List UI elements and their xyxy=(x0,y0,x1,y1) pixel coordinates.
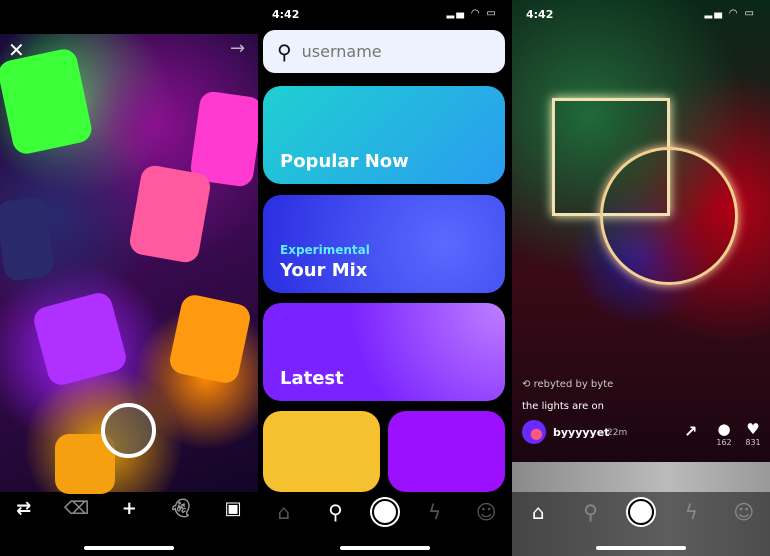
profile-icon[interactable]: ☺ xyxy=(471,500,501,524)
caption: the lights are on xyxy=(522,401,604,412)
rebyte-icon: ⟲ xyxy=(522,379,531,390)
record-button[interactable] xyxy=(101,403,156,458)
add-icon[interactable]: + xyxy=(122,498,137,519)
camera-icon[interactable] xyxy=(371,499,398,525)
search-icon[interactable]: ⚲ xyxy=(320,500,350,524)
camera-toolbar: ⇄ ⌫ + 👻︎ ▣ xyxy=(0,498,258,519)
activity-icon[interactable]: ϟ xyxy=(420,500,450,524)
card-title: Your Mix xyxy=(280,260,368,281)
home-indicator xyxy=(596,546,686,550)
status-icons: ▂▄ ◠ ▭ xyxy=(446,8,498,19)
like-button[interactable]: ♥ 831 xyxy=(741,420,765,447)
video-screen: 4:42 ▂▄ ◠ ▭ ⟲ rebyted by byte the lights… xyxy=(512,0,770,556)
rebyte-label: ⟲ rebyted by byte xyxy=(522,379,613,390)
search-input[interactable] xyxy=(301,42,482,61)
search-bar[interactable]: ⚲ xyxy=(263,30,505,73)
status-bar: 4:42 ▂▄ ◠ ▭ xyxy=(512,0,770,28)
neon-circle xyxy=(600,147,738,285)
search-icon: ⚲ xyxy=(277,39,292,64)
share-icon[interactable]: ↗ xyxy=(684,422,697,441)
bottom-nav: ⌂ ⚲ ϟ ☺ xyxy=(512,492,770,532)
card-subtitle: Experimental xyxy=(280,243,370,257)
rebyted-by-text: rebyted by byte xyxy=(533,379,614,390)
video-player[interactable] xyxy=(512,0,770,462)
comment-icon: ● xyxy=(717,420,731,438)
card-animation[interactable] xyxy=(388,411,505,492)
delete-icon[interactable]: ⌫ xyxy=(64,498,89,519)
profile-icon[interactable]: ☺ xyxy=(729,500,759,524)
camera-screen: ✕ → ⇄ ⌫ + 👻︎ ▣ xyxy=(0,0,258,556)
time-ago: 22m xyxy=(607,428,628,438)
home-indicator xyxy=(340,546,430,550)
card-your-mix[interactable]: Experimental Your Mix xyxy=(263,195,505,293)
gallery-icon[interactable]: ▣ xyxy=(225,498,242,519)
status-time: 4:42 xyxy=(526,8,554,21)
comment-button[interactable]: ● 162 xyxy=(712,420,736,447)
camera-icon[interactable] xyxy=(627,499,654,525)
bottom-nav: ⌂ ⚲ ϟ ☺ xyxy=(258,492,512,532)
arrow-right-icon[interactable]: → xyxy=(230,38,245,59)
status-time: 4:42 xyxy=(272,8,300,21)
card-popular-now[interactable]: Popular Now xyxy=(263,86,505,184)
status-icons: ▂▄ ◠ ▭ xyxy=(704,8,756,19)
heart-icon: ♥ xyxy=(746,420,760,438)
home-indicator xyxy=(84,546,174,550)
username[interactable]: byyyyyet xyxy=(553,426,609,439)
activity-icon[interactable]: ϟ xyxy=(676,500,706,524)
close-icon[interactable]: ✕ xyxy=(8,38,25,62)
search-icon[interactable]: ⚲ xyxy=(576,500,606,524)
card-latest[interactable]: Latest xyxy=(263,303,505,401)
status-bar: 4:42 ▂▄ ◠ ▭ xyxy=(258,0,512,28)
avatar[interactable] xyxy=(522,420,546,444)
flip-camera-icon[interactable]: ⇄ xyxy=(16,498,31,519)
home-icon[interactable]: ⌂ xyxy=(523,500,553,524)
card-title: Popular Now xyxy=(280,151,409,172)
home-icon[interactable]: ⌂ xyxy=(269,500,299,524)
comment-count: 162 xyxy=(716,438,732,447)
like-count: 831 xyxy=(745,438,761,447)
card-title: Latest xyxy=(280,368,344,389)
ghost-icon[interactable]: 👻︎ xyxy=(169,498,192,519)
search-screen: 4:42 ▂▄ ◠ ▭ ⚲ Popular Now Experimental Y… xyxy=(258,0,512,556)
card-comedy[interactable] xyxy=(263,411,380,492)
